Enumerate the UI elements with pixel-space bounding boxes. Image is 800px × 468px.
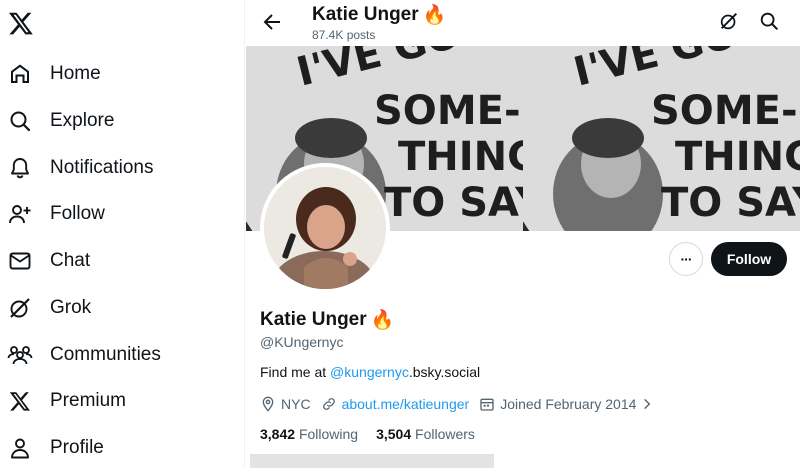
profile-meta: NYC about.me/katieunger Joined February … (260, 394, 664, 414)
sidebar-item-label: Profile (50, 437, 104, 458)
joined-text: Joined February 2014 (500, 396, 637, 412)
more-options-button[interactable]: ··· (669, 242, 703, 276)
add-user-icon (6, 200, 34, 228)
profile-handle: @KUngernyc (260, 334, 344, 350)
sidebar-item-label: Explore (50, 110, 115, 131)
fire-emoji-icon: 🔥 (370, 310, 395, 331)
person-icon (6, 434, 34, 462)
profile-name: Katie Unger 🔥 (260, 308, 394, 332)
link-icon (322, 398, 335, 410)
sidebar-item-communities[interactable]: Communities (6, 335, 161, 375)
sidebar-item-home[interactable]: Home (6, 54, 101, 94)
envelope-icon (6, 247, 34, 275)
header-name: Katie Unger (312, 4, 419, 25)
calendar-icon (480, 398, 494, 411)
follow-stats: 3,842 Following 3,504 Followers (260, 426, 493, 442)
banner-text-line: TO SAY (661, 180, 800, 226)
x-logo-icon (6, 387, 34, 415)
home-icon (6, 60, 34, 88)
x-logo-icon[interactable] (8, 10, 34, 36)
sidebar-item-notifications[interactable]: Notifications (6, 148, 154, 188)
website: about.me/katieunger (321, 396, 470, 412)
search-icon[interactable] (758, 10, 780, 32)
back-arrow-icon[interactable] (260, 10, 284, 34)
banner-button-image: I'VE GOT SOME- THING TO SAY (523, 46, 800, 231)
sidebar-item-label: Notifications (50, 157, 154, 178)
profile-display-name: Katie Unger (260, 309, 367, 330)
communities-icon (6, 341, 34, 369)
sidebar-item-chat[interactable]: Chat (6, 241, 90, 281)
header-title: Katie Unger 🔥 (312, 3, 446, 27)
banner-text-line: SOME- (374, 88, 521, 134)
sidebar-item-grok[interactable]: Grok (6, 288, 91, 328)
grok-icon (6, 294, 34, 322)
sidebar-item-label: Home (50, 63, 101, 84)
followers-count: 3,504 (376, 426, 412, 442)
content-placeholder (250, 454, 494, 468)
location: NYC (260, 396, 311, 412)
sidebar-nav: Home Explore Notifications Follow Chat G… (0, 0, 245, 468)
sidebar-item-explore[interactable]: Explore (6, 101, 114, 141)
joined-date[interactable]: Joined February 2014 (479, 396, 654, 412)
chevron-right-icon (644, 398, 651, 410)
followers-label: Followers (415, 426, 475, 442)
location-text: NYC (281, 396, 311, 412)
fire-emoji-icon: 🔥 (422, 5, 447, 26)
location-pin-icon (262, 396, 274, 412)
following-label: Following (298, 426, 359, 442)
bio-text: Find me at (260, 364, 331, 380)
sidebar-item-profile[interactable]: Profile (6, 428, 104, 468)
banner-text-line: TO SAY (384, 180, 523, 226)
sidebar-item-label: Follow (50, 203, 105, 224)
sidebar-item-label: Communities (50, 344, 161, 365)
banner-text-line: THING (398, 134, 523, 180)
website-link[interactable]: about.me/katieunger (342, 396, 470, 412)
sidebar-item-premium[interactable]: Premium (6, 381, 126, 421)
banner-text-line: SOME- (651, 88, 798, 134)
bell-icon (6, 154, 34, 182)
sidebar-item-follow[interactable]: Follow (6, 194, 105, 234)
following-count: 3,842 (260, 426, 296, 442)
profile-header: Katie Unger 🔥 87.4K posts (246, 0, 800, 46)
avatar[interactable] (260, 163, 390, 293)
grok-icon[interactable] (718, 10, 740, 32)
follow-button[interactable]: Follow (711, 242, 787, 276)
followers-link[interactable]: 3,504 Followers (376, 426, 475, 442)
following-link[interactable]: 3,842 Following (260, 426, 358, 442)
banner-text-line: THING (675, 134, 800, 180)
bio-text: .bsky.social (408, 364, 481, 380)
profile-bio: Find me at @kungernyc.bsky.social (260, 364, 480, 380)
bio-mention-link[interactable]: @kungernyc (330, 364, 409, 380)
search-icon (6, 107, 34, 135)
more-icon: ··· (680, 251, 693, 267)
post-count: 87.4K posts (312, 28, 376, 42)
sidebar-item-label: Premium (50, 390, 127, 411)
sidebar-item-label: Chat (50, 250, 91, 271)
sidebar-item-label: Grok (50, 297, 92, 318)
